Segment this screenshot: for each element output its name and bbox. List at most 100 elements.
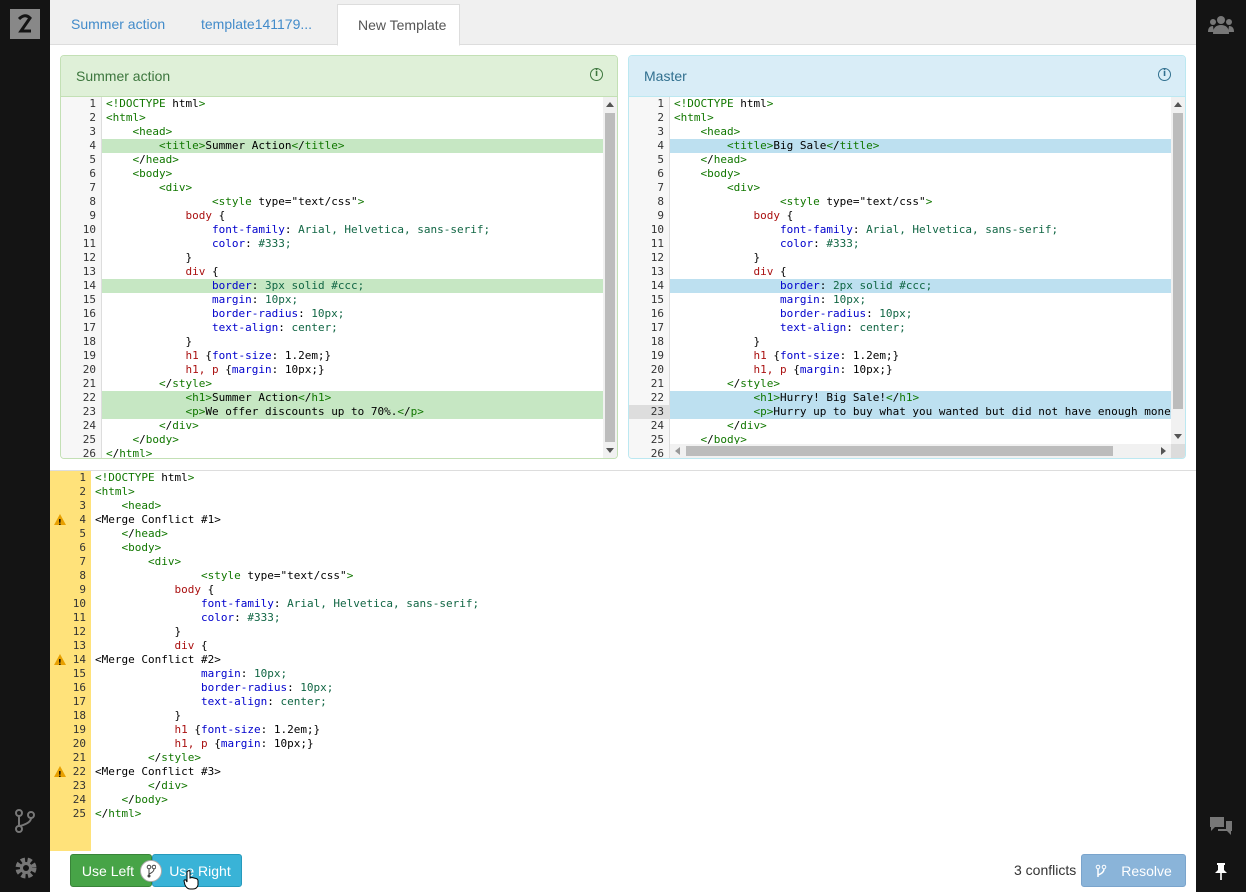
tab-new-template[interactable]: New Template bbox=[337, 4, 460, 46]
line-number: 22 bbox=[82, 391, 96, 404]
code-line: </head> bbox=[121, 527, 168, 540]
merge-icon bbox=[1095, 864, 1107, 877]
vertical-scrollbar[interactable] bbox=[603, 97, 617, 458]
pin-icon[interactable] bbox=[1210, 860, 1232, 882]
code-line: border-radius: 10px; bbox=[200, 681, 334, 694]
code-line: <h1>Hurry! Big Sale!</h1> bbox=[670, 391, 1171, 405]
line-number: 2 bbox=[657, 111, 664, 124]
line-number: 3 bbox=[89, 125, 96, 138]
line-number: 2 bbox=[89, 111, 96, 124]
code-line: <p>We offer discounts up to 70%.</p> bbox=[102, 405, 603, 419]
line-number: 22 bbox=[650, 391, 664, 404]
tab-bar: Summer action template141179... New Temp… bbox=[50, 0, 1196, 46]
line-number: 24 bbox=[82, 419, 96, 432]
branch-icon[interactable] bbox=[10, 806, 40, 836]
code-line: </body> bbox=[132, 433, 179, 446]
code-line: <div> bbox=[726, 181, 761, 194]
line-number: 5 bbox=[657, 153, 664, 166]
code-line: <p>Hurry up to buy what you wanted but d… bbox=[670, 405, 1171, 419]
vertical-scrollbar[interactable] bbox=[1171, 97, 1185, 444]
code-line: body { bbox=[674, 209, 794, 222]
right-editor-panel: Master i 1 2 3 4 5 6 7 8 9 10 11 12 13 14 15 16 17 18 19 20… bbox=[628, 55, 1186, 459]
code-line: margin: 10px; bbox=[779, 293, 867, 306]
code-line: <html> bbox=[95, 485, 135, 498]
line-number: 19 bbox=[82, 349, 96, 362]
code-line: <head> bbox=[132, 125, 173, 138]
line-numbers: 1 2 3 4 5 6 7 8 9 10 11 12 13 14 15 16 17 18 19 20 21 22 23 24 2… bbox=[629, 97, 670, 458]
line-number: 17 bbox=[72, 695, 86, 708]
line-numbers: 1 2 3 4 5 6 7 8 9 10 11 12 13 14 15 16 17 18 19 20 21 22 23 24 2… bbox=[61, 97, 102, 458]
warning-icon[interactable] bbox=[54, 654, 66, 670]
code-line: </body> bbox=[121, 793, 168, 806]
merge-conflict-marker[interactable]: <Merge Conflict #1> bbox=[91, 513, 1196, 527]
code-line: <h1>Summer Action</h1> bbox=[102, 391, 603, 405]
line-number: 22 bbox=[50, 765, 91, 782]
scrollbar-corner bbox=[1171, 444, 1185, 458]
code-line: <title>Big Sale</title> bbox=[670, 139, 1171, 153]
line-number: 1 bbox=[79, 471, 86, 484]
horizontal-scrollbar[interactable] bbox=[670, 444, 1171, 458]
logo-icon[interactable] bbox=[10, 9, 40, 39]
footer-toolbar: Use Left Use Right 3 conflicts Resolve bbox=[50, 851, 1196, 892]
code-line: font-family: Arial, Helvetica, sans-seri… bbox=[200, 597, 480, 610]
tab-template[interactable]: template141179... bbox=[181, 4, 332, 45]
code-line: text-align: center; bbox=[200, 695, 327, 708]
line-number: 8 bbox=[79, 569, 86, 582]
code-line: margin: 10px; bbox=[211, 293, 299, 306]
code-line: div { bbox=[674, 265, 787, 278]
line-number: 13 bbox=[82, 265, 96, 278]
code-line: <!DOCTYPE html> bbox=[674, 97, 774, 110]
code-line: font-family: Arial, Helvetica, sans-seri… bbox=[211, 223, 491, 236]
info-icon[interactable]: i bbox=[590, 68, 603, 81]
merge-code[interactable]: <!DOCTYPE html> <html> <head> <Merge Confl… bbox=[91, 471, 1196, 852]
code-line: </html> bbox=[95, 807, 142, 820]
resolve-button[interactable]: Resolve bbox=[1081, 854, 1186, 887]
warning-icon[interactable] bbox=[54, 514, 66, 530]
line-number: 19 bbox=[650, 349, 664, 362]
code-line: h1, p {margin: 10px;} bbox=[674, 363, 893, 376]
code-line: h1 {font-size: 1.2em;} bbox=[95, 723, 321, 736]
line-number: 8 bbox=[657, 195, 664, 208]
code-line: color: #333; bbox=[779, 237, 860, 250]
line-number: 10 bbox=[82, 223, 96, 236]
info-icon[interactable]: i bbox=[1158, 68, 1171, 81]
line-number: 8 bbox=[89, 195, 96, 208]
line-number: 26 bbox=[650, 447, 664, 459]
line-number: 4 bbox=[657, 139, 664, 152]
left-panel-header: Summer action i bbox=[61, 56, 617, 97]
code-line: } bbox=[674, 335, 761, 348]
code-line: </div> bbox=[158, 419, 199, 432]
code-line: h1, p {margin: 10px;} bbox=[95, 737, 314, 750]
code-editor-left[interactable]: <!DOCTYPE html> <html> <head> <title>Summ… bbox=[102, 97, 603, 458]
code-line: <div> bbox=[147, 555, 182, 568]
line-number: 10 bbox=[72, 597, 86, 610]
merge-result-editor[interactable]: 1234567891011121314151617181920212223242… bbox=[50, 470, 1196, 852]
warning-icon[interactable] bbox=[54, 766, 66, 782]
users-icon[interactable] bbox=[1206, 12, 1236, 38]
line-number: 20 bbox=[650, 363, 664, 376]
line-number: 11 bbox=[72, 611, 86, 624]
code-line: <body> bbox=[700, 167, 741, 180]
code-editor-right[interactable]: <!DOCTYPE html> <html> <head> <title>Big … bbox=[670, 97, 1171, 444]
tab-summer-action[interactable]: Summer action bbox=[51, 4, 185, 45]
line-number: 17 bbox=[650, 321, 664, 334]
line-number: 25 bbox=[72, 807, 86, 820]
line-number: 12 bbox=[72, 625, 86, 638]
right-sidebar bbox=[1196, 0, 1246, 892]
line-number: 4 bbox=[50, 513, 91, 530]
line-number: 6 bbox=[657, 167, 664, 180]
chat-icon[interactable] bbox=[1206, 813, 1236, 839]
code-line: <!DOCTYPE html> bbox=[106, 97, 206, 110]
line-number: 2 bbox=[79, 485, 86, 498]
left-sidebar bbox=[0, 0, 50, 892]
code-line: </head> bbox=[700, 153, 747, 166]
code-line: <html> bbox=[106, 111, 146, 124]
code-line: </style> bbox=[147, 751, 201, 764]
merge-conflict-marker[interactable]: <Merge Conflict #2> bbox=[91, 653, 1196, 667]
code-line: </div> bbox=[726, 419, 767, 432]
line-number: 13 bbox=[650, 265, 664, 278]
code-line: div { bbox=[95, 639, 208, 652]
gear-icon[interactable] bbox=[10, 852, 42, 884]
merge-conflict-marker[interactable]: <Merge Conflict #3> bbox=[91, 765, 1196, 779]
code-line: } bbox=[106, 251, 193, 264]
